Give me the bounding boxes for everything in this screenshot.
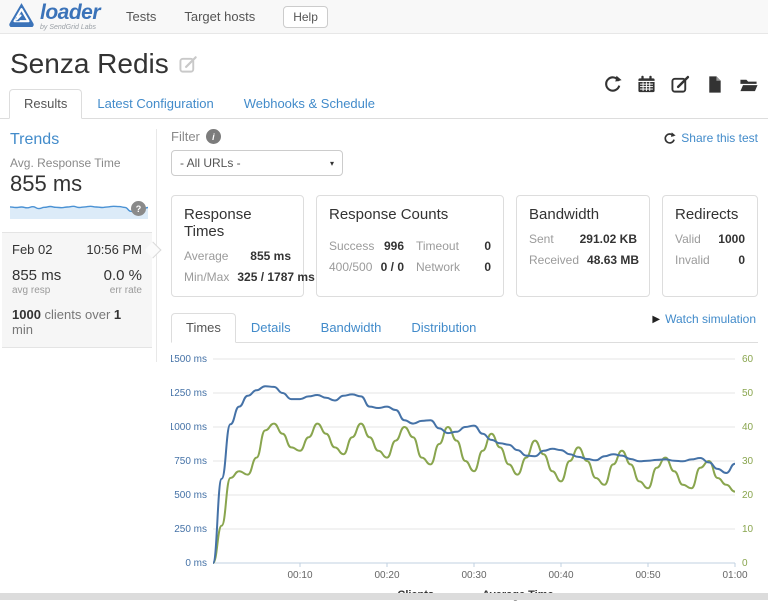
run-avg-resp-label: avg resp — [12, 285, 50, 296]
card-title: Response Counts — [329, 206, 491, 223]
chart-tab-details[interactable]: Details — [236, 313, 306, 343]
calendar-icon[interactable] — [637, 75, 656, 94]
summary-cards-row: Response Times Average855 ms Min/Max325 … — [171, 195, 758, 297]
times-chart: 0 ms 250 ms 500 ms 750 ms 1000 ms 1250 ms 1500… — [171, 347, 758, 601]
run-err-rate-label: err rate — [110, 285, 142, 296]
svg-text:00:10: 00:10 — [287, 570, 312, 581]
brand-logo-link[interactable]: loader by SendGrid Labs — [0, 2, 100, 31]
share-icon — [663, 132, 676, 145]
avg-response-time-label: Avg. Response Time — [10, 156, 156, 170]
chart-tab-bandwidth[interactable]: Bandwidth — [306, 313, 397, 343]
run-time: 10:56 PM — [86, 242, 142, 257]
run-err-rate-value: 0.0 % — [104, 267, 142, 284]
svg-text:60: 60 — [742, 354, 754, 365]
svg-text:20: 20 — [742, 490, 754, 501]
svg-text:0: 0 — [742, 558, 748, 569]
watch-simulation-link[interactable]: ▶ Watch simulation — [652, 312, 756, 326]
nav-item-target-hosts[interactable]: Target hosts — [184, 9, 255, 24]
url-filter-select[interactable]: - All URLs - ▾ — [171, 150, 343, 176]
brand-name: loader — [40, 2, 100, 23]
card-title: Redirects — [675, 206, 745, 223]
svg-text:10: 10 — [742, 524, 754, 535]
svg-text:1250 ms: 1250 ms — [171, 388, 207, 399]
url-filter-selected-value: - All URLs - — [180, 156, 241, 170]
run-avg-resp-value: 855 ms — [12, 267, 61, 284]
times-chart-canvas: 0 ms 250 ms 500 ms 750 ms 1000 ms 1250 ms 1500… — [171, 347, 758, 587]
test-actions-toolbar — [603, 75, 758, 94]
svg-text:500 ms: 500 ms — [174, 490, 207, 501]
svg-text:00:40: 00:40 — [548, 570, 573, 581]
redirects-card: Redirects Valid1000 Invalid0 — [662, 195, 758, 297]
svg-text:30: 30 — [742, 456, 754, 467]
svg-text:40: 40 — [742, 422, 754, 433]
svg-text:1500 ms: 1500 ms — [171, 354, 207, 365]
svg-text:0 ms: 0 ms — [185, 558, 207, 569]
page-title: Senza Redis — [10, 48, 169, 80]
loader-logo-icon — [8, 2, 35, 27]
tab-results[interactable]: Results — [9, 89, 82, 119]
trends-heading[interactable]: Trends — [10, 131, 156, 149]
share-test-link[interactable]: Share this test — [663, 131, 758, 145]
svg-text:01:00: 01:00 — [722, 570, 747, 581]
clone-test-file-icon[interactable] — [705, 75, 724, 94]
run-clients-summary: 1000 clients over 1 min — [12, 307, 142, 337]
tab-latest-configuration[interactable]: Latest Configuration — [82, 89, 228, 119]
help-button[interactable]: Help — [283, 6, 328, 28]
edit-test-icon[interactable] — [671, 75, 690, 94]
svg-text:1000 ms: 1000 ms — [171, 422, 207, 433]
chart-tab-bar: Times Details Bandwidth Distribution ▶ W… — [171, 313, 758, 343]
open-folder-icon[interactable] — [739, 75, 758, 94]
sparkline-chart — [10, 201, 148, 219]
nav-item-tests[interactable]: Tests — [126, 9, 156, 24]
brand-tagline: by SendGrid Labs — [40, 24, 100, 31]
trend-sparkline: ? — [10, 201, 148, 219]
response-times-card: Response Times Average855 ms Min/Max325 … — [171, 195, 304, 297]
sparkline-help-icon[interactable]: ? — [131, 201, 146, 216]
play-icon: ▶ — [652, 314, 660, 325]
rename-test-icon[interactable] — [179, 55, 198, 74]
trends-sidebar: Trends Avg. Response Time 855 ms ? Feb 0… — [0, 129, 157, 362]
avg-response-time-value: 855 ms — [10, 171, 156, 197]
card-title: Bandwidth — [529, 206, 637, 223]
run-date: Feb 02 — [12, 242, 52, 257]
chevron-down-icon: ▾ — [330, 159, 334, 168]
filter-info-icon[interactable]: i — [206, 129, 221, 144]
filter-label: Filter — [171, 129, 200, 144]
response-counts-card: Response Counts Success996 400/5000 / 0 … — [316, 195, 504, 297]
footer-strip — [0, 593, 768, 600]
trend-run-card[interactable]: Feb 02 10:56 PM 855 ms 0.0 % avg resp er… — [2, 232, 152, 348]
svg-text:00:30: 00:30 — [461, 570, 486, 581]
refresh-icon[interactable] — [603, 75, 622, 94]
chart-tab-distribution[interactable]: Distribution — [396, 313, 491, 343]
chart-tab-times[interactable]: Times — [171, 313, 236, 343]
top-navbar: loader by SendGrid Labs Tests Target hos… — [0, 0, 768, 34]
bandwidth-card: Bandwidth Sent291.02 KB Received48.63 MB — [516, 195, 650, 297]
card-title: Response Times — [184, 206, 291, 240]
svg-text:750 ms: 750 ms — [174, 456, 207, 467]
main-tab-bar: Results Latest Configuration Webhooks & … — [0, 89, 768, 119]
svg-text:250 ms: 250 ms — [174, 524, 207, 535]
svg-text:00:20: 00:20 — [374, 570, 399, 581]
svg-text:00:50: 00:50 — [635, 570, 660, 581]
tab-webhooks-schedule[interactable]: Webhooks & Schedule — [229, 89, 390, 119]
svg-text:50: 50 — [742, 388, 754, 399]
